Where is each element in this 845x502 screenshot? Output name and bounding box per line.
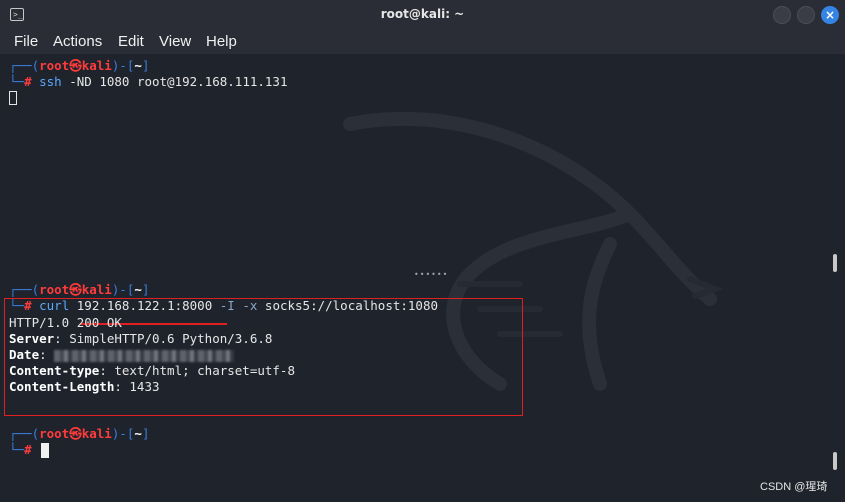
split-grip-icon[interactable]: ••••••	[414, 270, 448, 279]
terminal-window: >_ root@kali: ~ × File Actions Edit View…	[0, 0, 845, 502]
cursor-outline	[9, 91, 17, 105]
ssh-command: ssh	[39, 74, 62, 89]
prompt-frame: ┌──(	[9, 58, 40, 73]
prompt-frame-end: ]	[141, 282, 150, 297]
minimize-button[interactable]	[773, 6, 791, 24]
close-button[interactable]: ×	[821, 6, 839, 24]
prompt-frame-mid: )-[	[111, 426, 135, 441]
prompt-host: kali	[81, 58, 112, 73]
menu-view[interactable]: View	[159, 33, 191, 50]
prompt-user: root	[39, 282, 70, 297]
scrollbar-thumb-bottom[interactable]	[833, 452, 837, 470]
scrollbar-thumb-top[interactable]	[833, 254, 837, 272]
terminal-output[interactable]: ┌──(root㉿kali)-[~] └─# ssh -ND 1080 root…	[0, 54, 845, 502]
menu-actions[interactable]: Actions	[53, 33, 102, 50]
prompt-frame-bottom: └─	[9, 442, 25, 457]
prompt-hash: #	[24, 442, 32, 457]
prompt-user: root	[39, 426, 70, 441]
prompt-dir: ~	[134, 282, 142, 297]
prompt-host: kali	[81, 426, 112, 441]
menu-help[interactable]: Help	[206, 33, 237, 50]
prompt-frame-mid: )-[	[111, 58, 135, 73]
window-title: root@kali: ~	[380, 7, 465, 21]
prompt-user: root	[39, 58, 70, 73]
cursor-block	[41, 443, 49, 458]
prompt-at-symbol: ㉿	[69, 426, 82, 441]
prompt-host: kali	[81, 282, 112, 297]
prompt-frame-mid: )-[	[111, 282, 135, 297]
prompt-hash: #	[24, 74, 32, 89]
command-line-ssh: └─# ssh -ND 1080 root@192.168.111.131	[9, 74, 287, 90]
menu-bar: File Actions Edit View Help	[0, 30, 845, 54]
watermark: CSDN @瑆琦	[760, 481, 828, 493]
prompt-dir: ~	[134, 58, 142, 73]
prompt-at-symbol: ㉿	[69, 58, 82, 73]
menu-file[interactable]: File	[14, 33, 38, 50]
command-line-empty[interactable]: └─#	[9, 442, 32, 458]
ssh-args: -ND 1080 root@192.168.111.131	[61, 74, 288, 89]
prompt-line-1-top: ┌──(root㉿kali)-[~]	[9, 58, 149, 74]
prompt-frame-end: ]	[141, 426, 150, 441]
highlight-box	[4, 298, 523, 416]
prompt-frame-end: ]	[141, 58, 150, 73]
prompt-line-3-top: ┌──(root㉿kali)-[~]	[9, 426, 149, 442]
prompt-frame: ┌──(	[9, 282, 40, 297]
prompt-frame: ┌──(	[9, 426, 40, 441]
menu-edit[interactable]: Edit	[118, 33, 144, 50]
title-bar[interactable]: >_ root@kali: ~ ×	[0, 0, 845, 30]
prompt-line-2-top: ┌──(root㉿kali)-[~]	[9, 282, 149, 298]
prompt-dir: ~	[134, 426, 142, 441]
maximize-button[interactable]	[797, 6, 815, 24]
prompt-frame-bottom: └─	[9, 74, 25, 89]
prompt-at-symbol: ㉿	[69, 282, 82, 297]
